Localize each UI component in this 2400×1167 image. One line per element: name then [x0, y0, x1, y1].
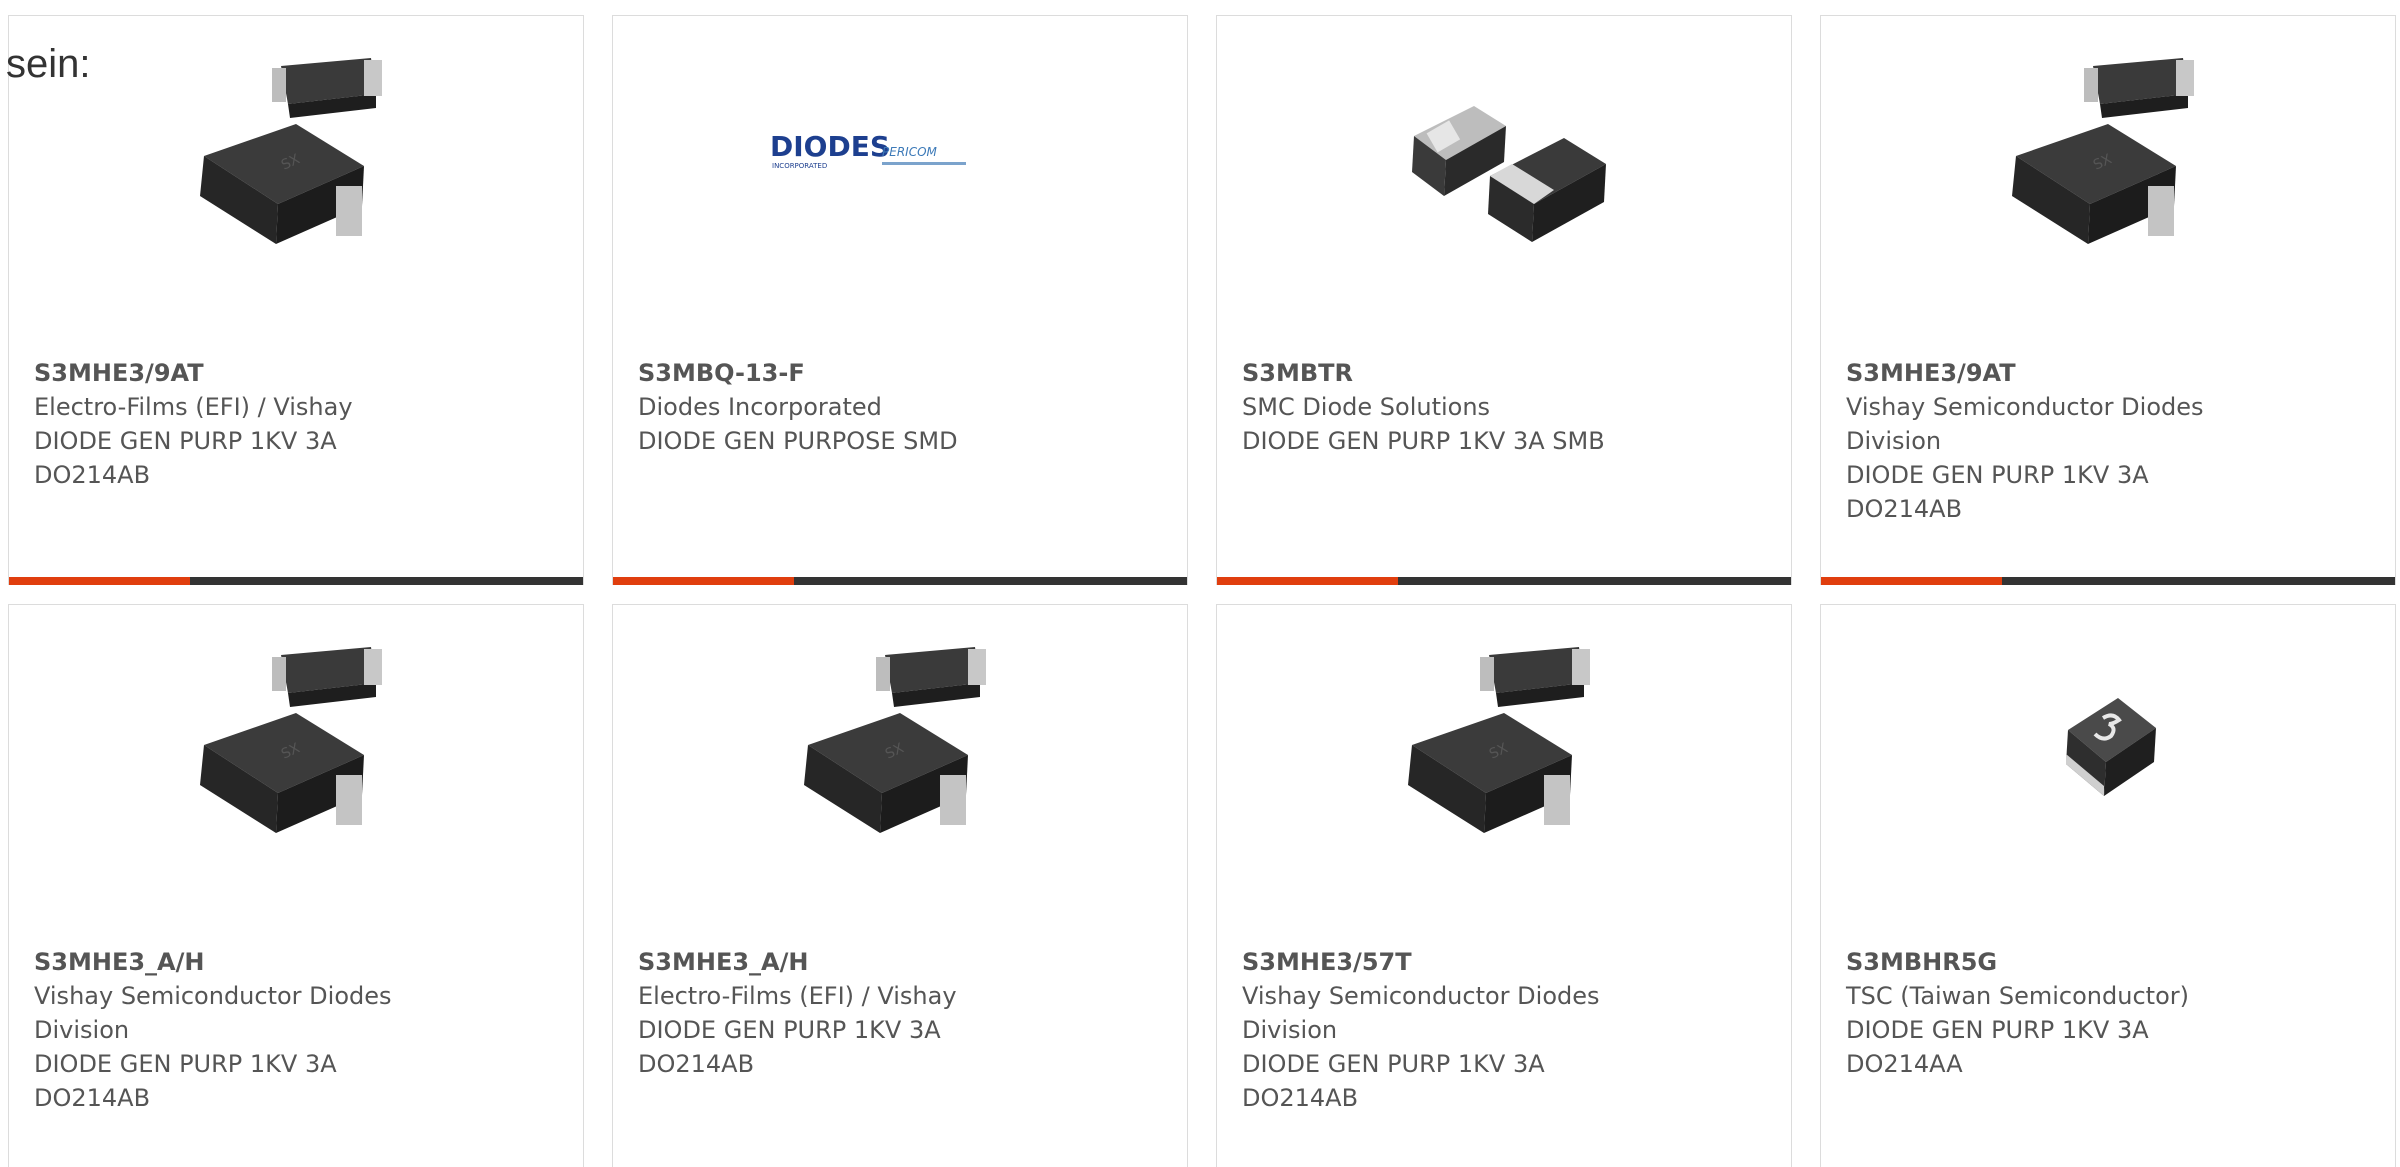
card-bottom-bar: [1217, 577, 1791, 585]
description-label: DIODE GEN PURPOSE SMD: [638, 427, 958, 455]
product-image[interactable]: SX: [613, 605, 1187, 885]
manufacturer-label: Vishay Semiconductor Diodes: [1846, 393, 2204, 421]
product-info: S3MHE3/9AT Vishay Semiconductor Diodes D…: [1846, 356, 2375, 526]
description-label: DIODE GEN PURP 1KV 3A: [1242, 1050, 1545, 1078]
manufacturer-label-cont: Division: [34, 1016, 130, 1044]
smd-diode-pair-image: SX: [1408, 647, 1590, 833]
part-number-link[interactable]: S3MBHR5G: [1846, 945, 2375, 979]
card-bottom-bar: [613, 577, 1187, 585]
product-info: S3MBQ-13-F Diodes Incorporated DIODE GEN…: [638, 356, 1167, 458]
part-number-link[interactable]: S3MHE3_A/H: [34, 945, 563, 979]
product-image[interactable]: SX: [9, 16, 583, 296]
manufacturer-label-cont: Division: [1242, 1016, 1338, 1044]
description-label: DIODE GEN PURP 1KV 3A SMB: [1242, 427, 1605, 455]
product-image[interactable]: SX: [9, 605, 583, 885]
product-info: S3MHE3/9AT Electro-Films (EFI) / Vishay …: [34, 356, 563, 492]
package-label: DO214AB: [1242, 1084, 1359, 1112]
smd-diode-pair-image: SX: [200, 58, 382, 244]
manufacturer-label: Electro-Films (EFI) / Vishay: [638, 982, 957, 1010]
part-number-link[interactable]: S3MHE3/9AT: [34, 356, 563, 390]
card-accent-bar: [9, 577, 190, 585]
logo-text: DIODES: [770, 130, 890, 163]
product-grid-page: sein: SX S3MHE3/9AT Electro-Films (EFI) …: [0, 0, 2400, 1167]
product-image[interactable]: [1217, 16, 1791, 296]
logo-subtext: INCORPORATED: [772, 162, 827, 170]
product-image[interactable]: DIODES INCORPORATED PERICOM: [613, 16, 1187, 296]
product-card[interactable]: S3MBHR5G TSC (Taiwan Semiconductor) DIOD…: [1820, 604, 2396, 1167]
package-label: DO214AB: [1846, 495, 1963, 523]
logo-text-2: PERICOM: [882, 145, 938, 159]
part-number-link[interactable]: S3MHE3/9AT: [1846, 356, 2375, 390]
package-label: DO214AB: [34, 1084, 151, 1112]
product-info: S3MHE3_A/H Vishay Semiconductor Diodes D…: [34, 945, 563, 1115]
product-image[interactable]: [1821, 605, 2395, 885]
card-bottom-bar: [9, 577, 583, 585]
description-label: DIODE GEN PURP 1KV 3A: [1846, 461, 2149, 489]
intro-text: sein:: [6, 42, 91, 86]
part-number-link[interactable]: S3MBTR: [1242, 356, 1771, 390]
product-info: S3MBTR SMC Diode Solutions DIODE GEN PUR…: [1242, 356, 1771, 458]
card-accent-bar: [613, 577, 794, 585]
part-number-link[interactable]: S3MHE3/57T: [1242, 945, 1771, 979]
product-card[interactable]: SX S3MHE3/57T Vishay Semiconductor Diode…: [1216, 604, 1792, 1167]
smd-diode-pair-image: [1412, 106, 1606, 242]
card-accent-bar: [1217, 577, 1398, 585]
description-label: DIODE GEN PURP 1KV 3A: [34, 1050, 337, 1078]
product-info: S3MBHR5G TSC (Taiwan Semiconductor) DIOD…: [1846, 945, 2375, 1081]
product-card[interactable]: SX S3MHE3/9AT Electro-Films (EFI) / Vish…: [8, 15, 584, 585]
smd-diode-single-image: [2066, 698, 2156, 796]
package-label: DO214AB: [638, 1050, 755, 1078]
part-number-link[interactable]: S3MBQ-13-F: [638, 356, 1167, 390]
product-info: S3MHE3_A/H Electro-Films (EFI) / Vishay …: [638, 945, 1167, 1081]
description-label: DIODE GEN PURP 1KV 3A: [1846, 1016, 2149, 1044]
description-label: DIODE GEN PURP 1KV 3A: [34, 427, 337, 455]
package-label: DO214AB: [34, 461, 151, 489]
description-label: DIODE GEN PURP 1KV 3A: [638, 1016, 941, 1044]
product-info: S3MHE3/57T Vishay Semiconductor Diodes D…: [1242, 945, 1771, 1115]
product-card[interactable]: DIODES INCORPORATED PERICOM S3MBQ-13-F D…: [612, 15, 1188, 585]
card-bottom-bar: [1821, 577, 2395, 585]
smd-diode-pair-image: SX: [804, 647, 986, 833]
smd-diode-pair-image: SX: [200, 647, 382, 833]
product-card[interactable]: SX S3MHE3/9AT Vishay Semiconductor Diode…: [1820, 15, 2396, 585]
manufacturer-label: Vishay Semiconductor Diodes: [1242, 982, 1600, 1010]
product-card[interactable]: SX S3MHE3_A/H Electro-Films (EFI) / Vish…: [612, 604, 1188, 1167]
product-card[interactable]: S3MBTR SMC Diode Solutions DIODE GEN PUR…: [1216, 15, 1792, 585]
manufacturer-label: SMC Diode Solutions: [1242, 393, 1491, 421]
part-number-link[interactable]: S3MHE3_A/H: [638, 945, 1167, 979]
package-label: DO214AA: [1846, 1050, 1963, 1078]
manufacturer-label: Vishay Semiconductor Diodes: [34, 982, 392, 1010]
manufacturer-label: Diodes Incorporated: [638, 393, 882, 421]
product-image[interactable]: SX: [1217, 605, 1791, 885]
product-image[interactable]: SX: [1821, 16, 2395, 296]
product-card[interactable]: SX S3MHE3_A/H Vishay Semiconductor Diode…: [8, 604, 584, 1167]
smd-diode-pair-image: SX: [2012, 58, 2194, 244]
diodes-pericom-logo: DIODES INCORPORATED PERICOM: [770, 130, 966, 170]
manufacturer-label: Electro-Films (EFI) / Vishay: [34, 393, 353, 421]
manufacturer-label: TSC (Taiwan Semiconductor): [1846, 982, 2189, 1010]
manufacturer-label-cont: Division: [1846, 427, 1942, 455]
card-accent-bar: [1821, 577, 2002, 585]
